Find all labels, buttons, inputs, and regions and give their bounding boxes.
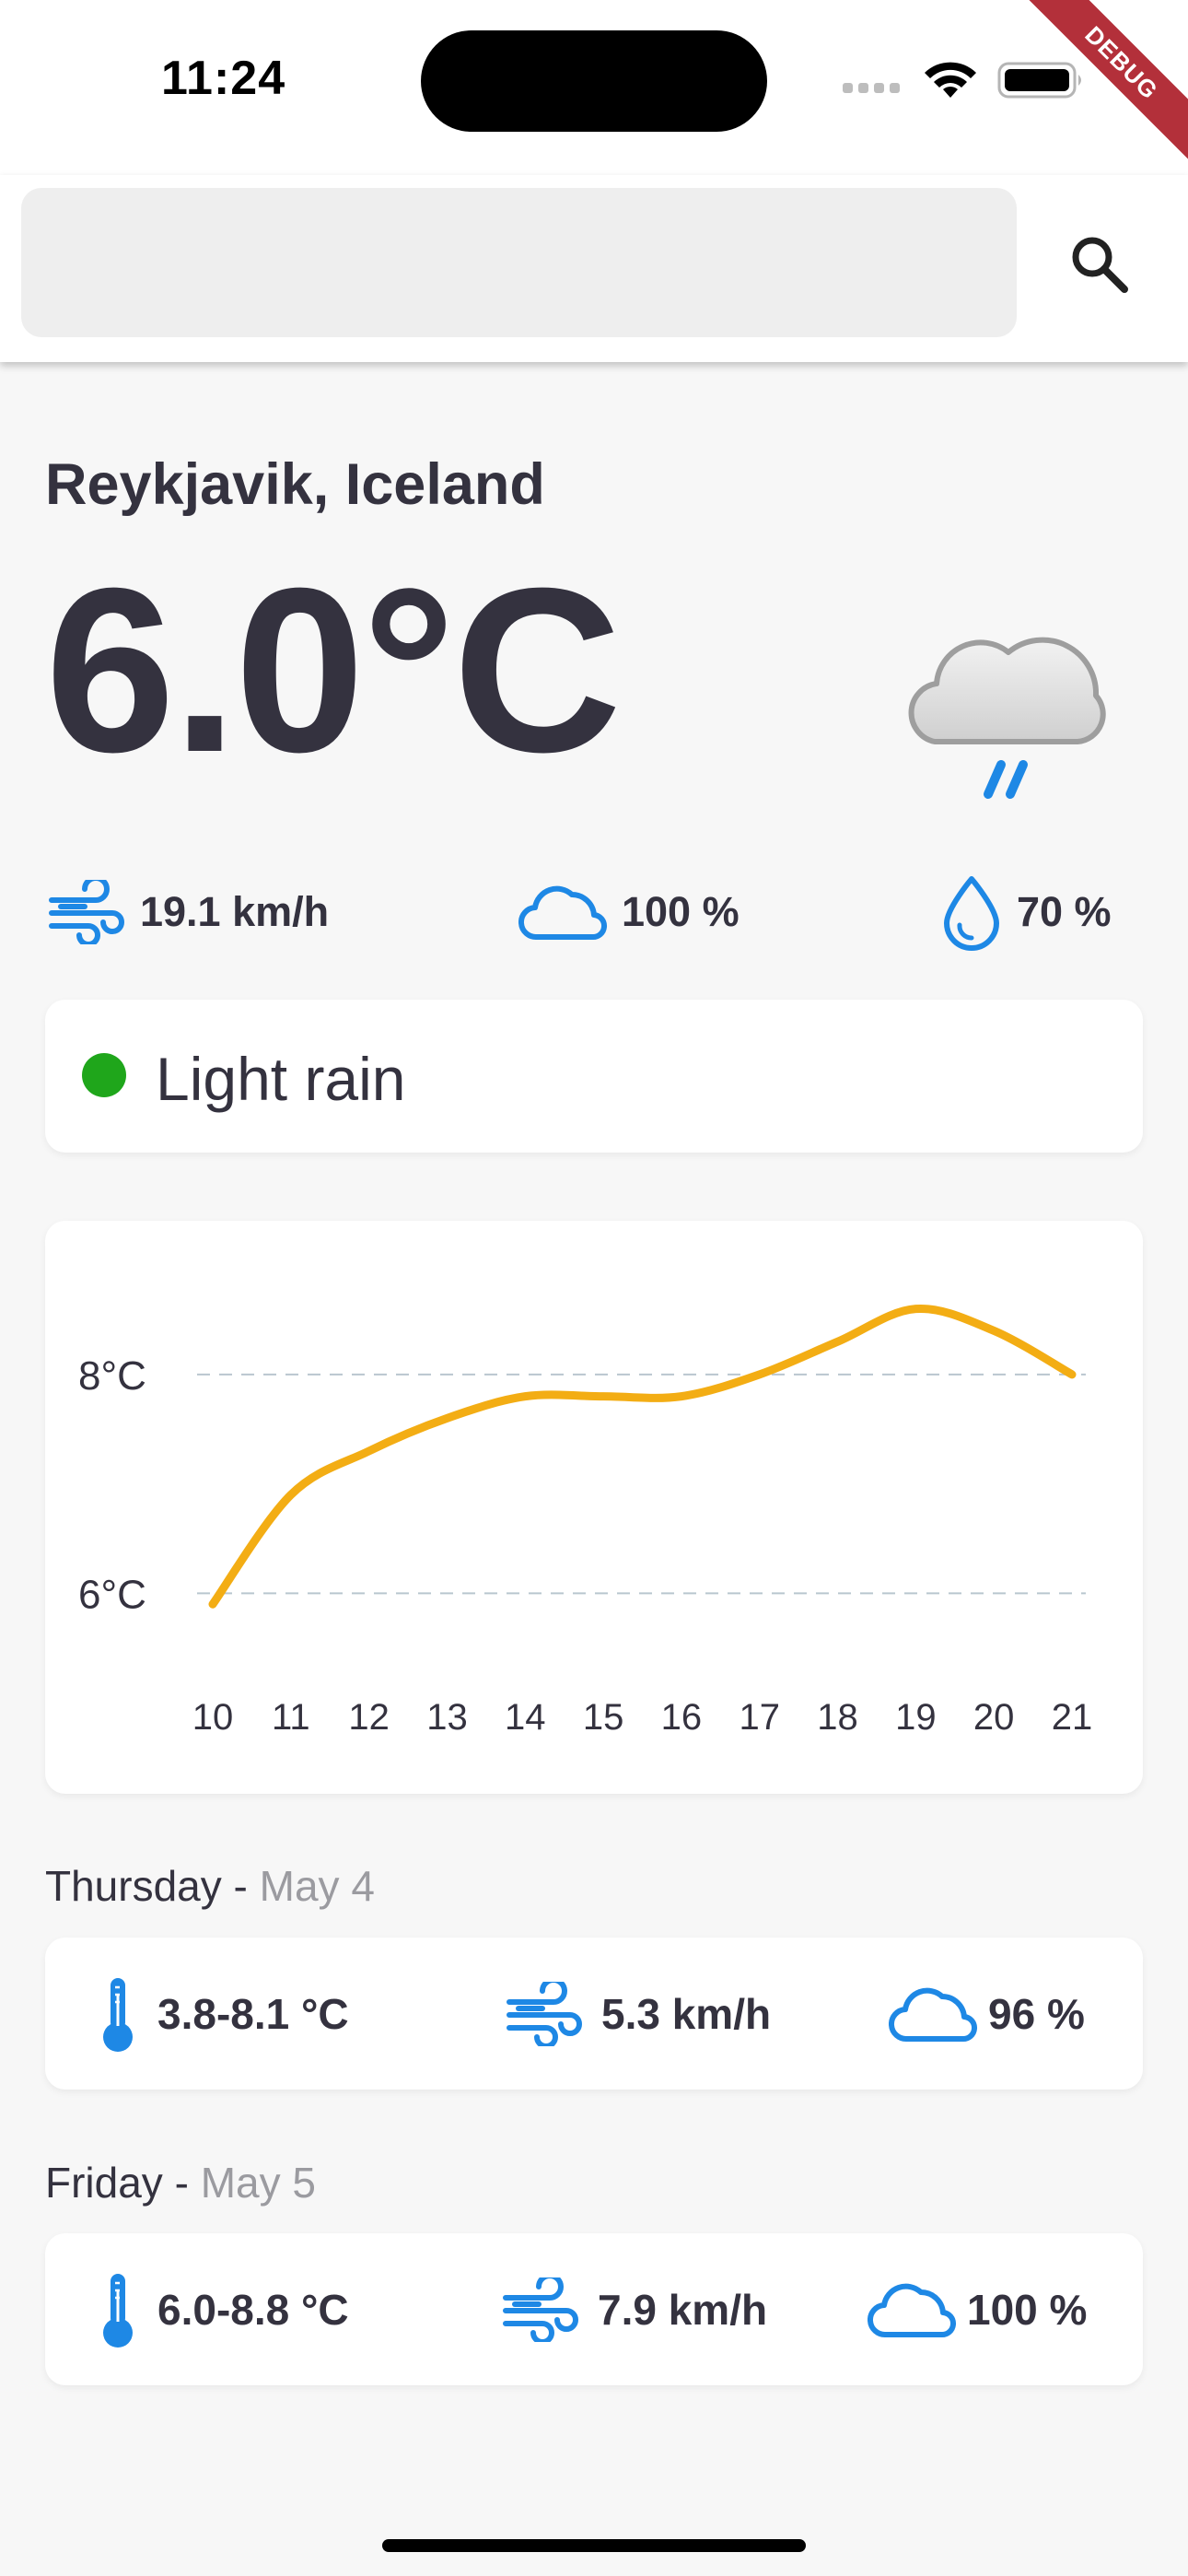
chart-y-tick-label: 8°C: [78, 1353, 146, 1399]
chart-y-tick-label: 6°C: [78, 1572, 146, 1617]
cloud-icon: [868, 2283, 956, 2337]
chart-x-tick-label: 20: [973, 1697, 1015, 1738]
cellular-signal-icon: [843, 81, 905, 98]
cloud-metric: 100 %: [518, 875, 740, 949]
forecast-day-name: Thursday: [45, 1862, 222, 1910]
chart-x-tick-label: 16: [661, 1697, 703, 1738]
forecast-day-separator: -: [221, 1862, 260, 1910]
chart-x-tick-label: 12: [348, 1697, 390, 1738]
cloud-icon: [889, 1987, 977, 2042]
chart-x-tick-label: 14: [505, 1697, 546, 1738]
wind-icon: [49, 880, 124, 944]
forecast-wind-value: 7.9 km/h: [598, 2285, 768, 2334]
wind-icon: [503, 2277, 578, 2342]
chart-x-tick-label: 18: [817, 1697, 858, 1738]
condition-label: Light rain: [156, 1045, 406, 1113]
thermometer-icon: [103, 2273, 133, 2348]
humidity-metric: 70 %: [939, 875, 1112, 951]
wind-value: 19.1 km/h: [140, 888, 330, 935]
search-input[interactable]: [21, 188, 1017, 337]
forecast-temp: 6.0-8.8 °C: [95, 2233, 349, 2385]
rain-cloud-icon: [908, 637, 1106, 799]
humidity-value: 70 %: [1017, 888, 1112, 935]
condition-status-dot: [82, 1053, 126, 1097]
forecast-cloud: 100 %: [868, 2233, 1087, 2385]
forecast-cloud-value: 96 %: [988, 1989, 1085, 2038]
chart-x-tick-label: 19: [895, 1697, 937, 1738]
status-time: 11:24: [161, 52, 286, 105]
chart-x-tick-label: 10: [192, 1697, 234, 1738]
status-bar: 11:24 DEBUG: [0, 0, 1188, 176]
chart-svg: 6°C 8°C 10 11 12 13 14 15 16 17 18 19 20 21: [78, 1304, 1093, 1738]
forecast-wind: 5.3 km/h: [506, 1938, 771, 2090]
forecast-cloud-value: 100 %: [967, 2285, 1088, 2334]
chart-x-tick-label: 15: [583, 1697, 624, 1738]
chart-x-tick-label: 17: [739, 1697, 780, 1738]
forecast-temp-range: 3.8-8.1 °C: [157, 1989, 349, 2038]
forecast-day-date: May 5: [200, 2159, 316, 2207]
hourly-temperature-chart: 6°C 8°C 10 11 12 13 14 15 16 17 18 19 20 21: [45, 1221, 1143, 1794]
forecast-day-heading: Thursday - May 4: [45, 1861, 375, 1911]
droplet-icon: [944, 876, 999, 951]
thermometer-icon: [103, 1977, 133, 2052]
chart-x-tick-label: 11: [272, 1697, 310, 1738]
search-bar: [0, 175, 1188, 362]
forecast-day-name: Friday: [45, 2159, 163, 2207]
wind-icon: [507, 1981, 582, 2046]
forecast-day-separator: -: [162, 2159, 201, 2207]
location-title: Reykjavik, Iceland: [45, 452, 545, 517]
cloud-value: 100 %: [622, 888, 740, 935]
forecast-temp: 3.8-8.1 °C: [95, 1938, 349, 2090]
forecast-temp-range: 6.0-8.8 °C: [157, 2285, 349, 2334]
dynamic-island: [421, 30, 767, 132]
forecast-wind-value: 5.3 km/h: [601, 1989, 772, 2038]
current-temperature: 6.0°C: [45, 539, 622, 801]
forecast-card: 6.0-8.8 °C 7.9 km/h 100 %: [45, 2233, 1143, 2385]
cloud-icon: [518, 885, 607, 941]
forecast-day-heading: Friday - May 5: [45, 2158, 316, 2207]
condition-card: Light rain: [45, 1000, 1143, 1153]
wifi-icon: [925, 62, 976, 98]
battery-icon: [997, 62, 1081, 99]
chart-x-tick-label: 21: [1052, 1697, 1093, 1738]
search-icon[interactable]: [1064, 228, 1137, 302]
home-indicator: [382, 2539, 806, 2552]
forecast-day-date: May 4: [259, 1862, 375, 1910]
chart-x-tick-label: 13: [426, 1697, 468, 1738]
wind-metric: 19.1 km/h: [48, 875, 329, 949]
forecast-card: 3.8-8.1 °C 5.3 km/h 96 %: [45, 1938, 1143, 2090]
forecast-wind: 7.9 km/h: [502, 2233, 767, 2385]
chart-series-line: [208, 1304, 1077, 1609]
forecast-cloud: 96 %: [889, 1938, 1085, 2090]
